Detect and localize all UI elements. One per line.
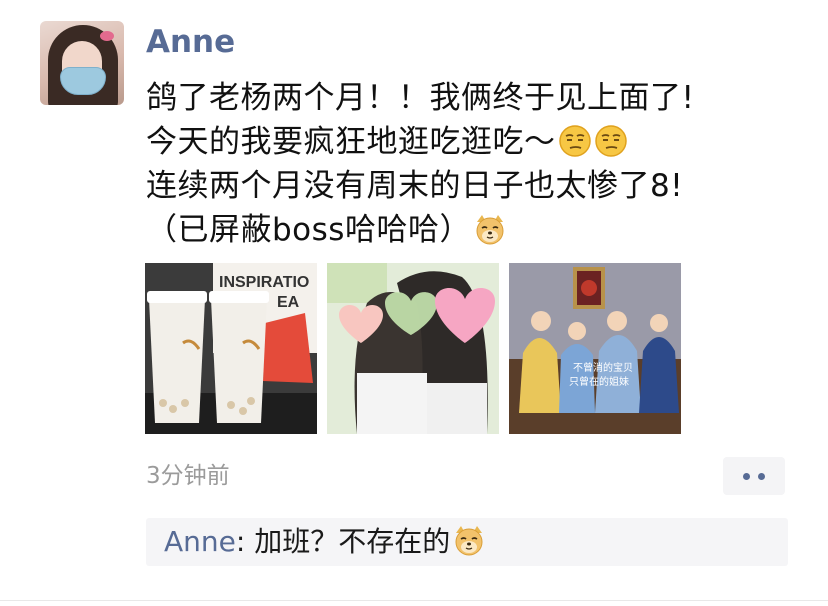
comment-list: Anne: 加班？不存在的 [146, 518, 788, 566]
post-line-text: （已屏蔽boss哈哈哈） [146, 212, 471, 248]
doge-emoji [476, 215, 504, 245]
bubble-tea-photo[interactable]: INSPIRATIO EA [145, 263, 317, 434]
selfie-image [327, 263, 499, 434]
doge-emoji [455, 526, 483, 556]
meme-image: 不曾消的宝贝 只曾在的姐妹 [509, 263, 681, 434]
post-line-text: 连续两个月没有周末的日子也太惨了8! [146, 168, 684, 204]
avatar-bow [100, 31, 114, 41]
post-line-text: 鸽了老杨两个月！！我俩终于见上面了! [146, 80, 695, 116]
post-text: 鸽了老杨两个月！！我俩终于见上面了! 今天的我要疯狂地逛吃逛吃～ 连续两个月没有… [146, 76, 806, 252]
meme-caption: 只曾在的姐妹 [569, 375, 629, 388]
more-dots-icon [758, 473, 765, 480]
post-line: 今天的我要疯狂地逛吃逛吃～ [146, 120, 806, 164]
avatar[interactable] [40, 21, 124, 105]
post-timestamp: 3分钟前 [146, 463, 230, 489]
post-line: （已屏蔽boss哈哈哈） [146, 208, 806, 252]
sign-text: EA [277, 294, 300, 311]
comment-text: 加班？不存在的 [254, 525, 451, 558]
meme-caption: 不曾消的宝贝 [573, 361, 633, 374]
avatar-mask [60, 67, 106, 95]
comment-item[interactable]: Anne: 加班？不存在的 [164, 522, 486, 562]
smirk-emoji [558, 125, 591, 157]
bubble-tea-image: INSPIRATIO EA [145, 263, 317, 434]
post-line: 鸽了老杨两个月！！我俩终于见上面了! [146, 76, 806, 120]
post-line: 连续两个月没有周末的日子也太惨了8! [146, 164, 806, 208]
divider [0, 600, 828, 601]
comment-author[interactable]: Anne [164, 525, 236, 558]
more-dots-icon [743, 473, 750, 480]
post-line-text: 今天的我要疯狂地逛吃逛吃～ [146, 124, 556, 160]
sign-text: INSPIRATIO [219, 274, 309, 291]
friends-selfie-photo[interactable] [327, 263, 499, 434]
cartoon-meme-photo[interactable]: 不曾消的宝贝 只曾在的姐妹 [509, 263, 681, 434]
post-author-name[interactable]: Anne [146, 22, 235, 62]
more-actions-button[interactable] [723, 457, 785, 495]
smirk-emoji [594, 125, 627, 157]
comment-separator: : [235, 525, 255, 558]
